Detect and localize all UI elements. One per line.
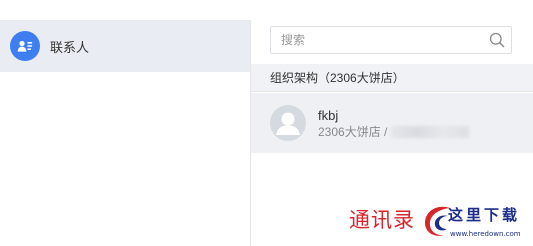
org-structure-header[interactable]: 组织架构（2306大饼店） — [251, 64, 533, 92]
search-input[interactable] — [271, 27, 483, 53]
contact-org: 2306大饼店 / — [318, 124, 470, 140]
watermark-url: www.heredown.com — [450, 230, 521, 238]
sidebar-item-label: 联系人 — [50, 39, 90, 55]
redacted-block — [391, 125, 470, 138]
avatar — [270, 105, 306, 141]
contact-card-icon — [10, 31, 40, 61]
contact-name: fkbj — [318, 107, 339, 123]
watermark-logo: 这里下载 www.heredown.com — [418, 198, 528, 244]
search-bar — [270, 26, 512, 54]
section-title: 组织架构（2306大饼店） — [270, 71, 405, 85]
contact-row[interactable]: fkbj 2306大饼店 / — [251, 93, 533, 153]
contact-info: fkbj 2306大饼店 / — [318, 107, 470, 140]
sidebar-item-contacts[interactable]: 联系人 — [0, 20, 250, 72]
search-icon[interactable] — [483, 27, 511, 53]
watermark-title: 这里下载 — [448, 206, 521, 224]
sidebar: 联系人 — [0, 20, 251, 246]
window-top-bar — [0, 0, 533, 20]
watermark-caption: 通讯录 — [349, 208, 415, 232]
contact-org-text: 2306大饼店 / — [318, 124, 388, 139]
